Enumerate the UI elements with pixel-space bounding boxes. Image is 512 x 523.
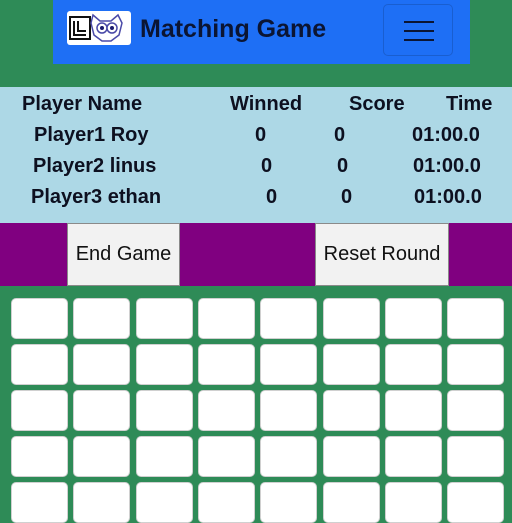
card-tile[interactable] — [198, 344, 255, 385]
card-tile[interactable] — [260, 436, 317, 477]
menu-bar-line — [404, 30, 434, 32]
card-tile[interactable] — [385, 298, 442, 339]
card-tile[interactable] — [323, 436, 380, 477]
player-score: 0 — [341, 186, 353, 208]
card-tile[interactable] — [323, 390, 380, 431]
card-tile[interactable] — [136, 390, 193, 431]
card-tile[interactable] — [73, 482, 130, 523]
card-tile[interactable] — [198, 482, 255, 523]
player-score: 0 — [334, 124, 346, 146]
card-tile[interactable] — [260, 298, 317, 339]
card-tile[interactable] — [323, 482, 380, 523]
card-tile[interactable] — [11, 390, 68, 431]
player-name: Player3 ethan — [31, 186, 162, 208]
card-tile[interactable] — [447, 390, 504, 431]
card-tile[interactable] — [447, 482, 504, 523]
card-tile[interactable] — [323, 298, 380, 339]
header-time: Time — [446, 93, 493, 115]
card-tile[interactable] — [385, 482, 442, 523]
card-tile[interactable] — [198, 390, 255, 431]
card-tile[interactable] — [323, 344, 380, 385]
card-tile[interactable] — [198, 298, 255, 339]
header-score: Score — [349, 93, 405, 115]
page-title[interactable]: Matching Game — [140, 15, 326, 44]
card-board — [0, 286, 512, 523]
card-tile[interactable] — [260, 390, 317, 431]
header-winned: Winned — [230, 93, 303, 115]
player-time: 01:00.0 — [413, 155, 481, 177]
card-tile[interactable] — [11, 436, 68, 477]
player-name: Player2 linus — [33, 155, 157, 177]
owl-logo-icon[interactable] — [67, 11, 131, 45]
end-game-button[interactable]: End Game — [67, 223, 180, 286]
card-tile[interactable] — [447, 344, 504, 385]
card-tile[interactable] — [385, 390, 442, 431]
player-winned: 0 — [266, 186, 278, 208]
player-winned: 0 — [255, 124, 267, 146]
player-time: 01:00.0 — [414, 186, 482, 208]
card-tile[interactable] — [73, 436, 130, 477]
card-tile[interactable] — [73, 344, 130, 385]
card-tile[interactable] — [260, 482, 317, 523]
card-tile[interactable] — [385, 436, 442, 477]
header-player-name: Player Name — [22, 93, 143, 115]
card-tile[interactable] — [447, 298, 504, 339]
hamburger-menu-icon[interactable] — [383, 4, 453, 56]
player-time: 01:00.0 — [412, 124, 480, 146]
player-name: Player1 Roy — [34, 124, 149, 146]
card-tile[interactable] — [136, 482, 193, 523]
menu-bar-line — [404, 21, 434, 23]
card-tile[interactable] — [11, 482, 68, 523]
scoreboard: Player Name Winned Score Time Player1 Ro… — [0, 87, 512, 223]
card-tile[interactable] — [136, 344, 193, 385]
card-tile[interactable] — [447, 436, 504, 477]
player-winned: 0 — [261, 155, 273, 177]
controls-bar: End Game Reset Round — [0, 223, 512, 286]
menu-bar-line — [404, 39, 434, 41]
card-tile[interactable] — [11, 298, 68, 339]
reset-round-button[interactable]: Reset Round — [315, 223, 449, 286]
card-tile[interactable] — [73, 390, 130, 431]
card-tile[interactable] — [136, 298, 193, 339]
card-tile[interactable] — [260, 344, 317, 385]
player-score: 0 — [337, 155, 349, 177]
card-tile[interactable] — [73, 298, 130, 339]
card-tile[interactable] — [11, 344, 68, 385]
card-tile[interactable] — [136, 436, 193, 477]
card-tile[interactable] — [198, 436, 255, 477]
card-tile[interactable] — [385, 344, 442, 385]
navbar: Matching Game — [53, 0, 470, 64]
